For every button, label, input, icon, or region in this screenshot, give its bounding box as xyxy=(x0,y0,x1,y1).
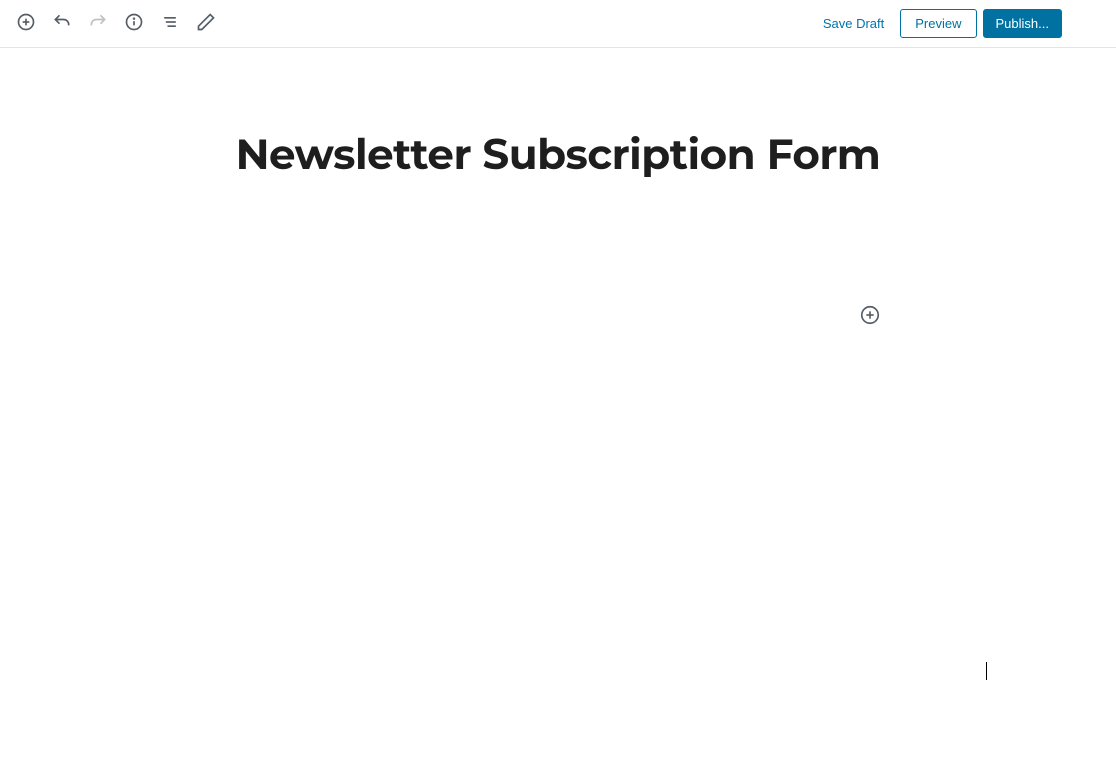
save-draft-button[interactable]: Save Draft xyxy=(813,10,894,37)
editor-toolbar: Save Draft Preview Publish... xyxy=(0,0,1116,48)
info-icon xyxy=(124,12,144,35)
block-inserter-button[interactable] xyxy=(856,303,884,331)
undo-icon xyxy=(52,12,72,35)
redo-icon xyxy=(88,12,108,35)
toolbar-right: Save Draft Preview Publish... xyxy=(813,6,1108,42)
list-icon xyxy=(160,12,180,35)
add-block-button[interactable] xyxy=(8,6,44,42)
pencil-icon xyxy=(196,12,216,35)
plus-circle-icon xyxy=(16,12,36,35)
plus-circle-icon xyxy=(859,304,881,330)
undo-button[interactable] xyxy=(44,6,80,42)
toolbar-left xyxy=(8,6,224,42)
settings-button[interactable] xyxy=(1072,6,1108,42)
editor-canvas[interactable]: Newsletter Subscription Form xyxy=(0,48,1116,180)
preview-button[interactable]: Preview xyxy=(900,9,976,38)
edit-button[interactable] xyxy=(188,6,224,42)
content-structure-button[interactable] xyxy=(116,6,152,42)
post-title-input[interactable]: Newsletter Subscription Form xyxy=(208,128,908,180)
redo-button[interactable] xyxy=(80,6,116,42)
text-cursor-icon xyxy=(986,662,987,680)
publish-button[interactable]: Publish... xyxy=(983,9,1062,38)
block-navigation-button[interactable] xyxy=(152,6,188,42)
